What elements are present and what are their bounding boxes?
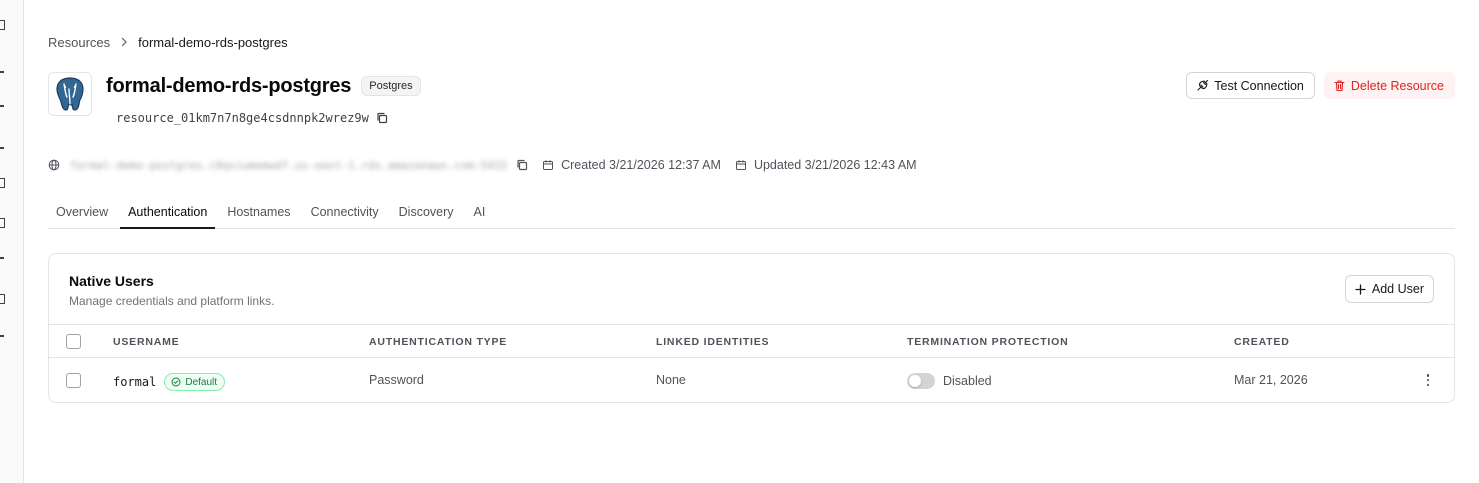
created-cell: Mar 21, 2026 bbox=[1234, 373, 1308, 387]
column-header-termination-protection[interactable]: TERMINATION PROTECTION bbox=[907, 336, 1068, 348]
resource-meta-row: formal-demo-postgres.c9qviumemwdf.us-eas… bbox=[48, 157, 917, 173]
linked-identities-cell: None bbox=[656, 373, 686, 387]
nav-rail-icon[interactable] bbox=[0, 330, 8, 342]
auth-type-cell: Password bbox=[369, 373, 424, 387]
hostname-value: formal-demo-postgres.c9qviumemwdf.us-eas… bbox=[70, 158, 508, 172]
plus-icon bbox=[1354, 283, 1367, 296]
plug-icon bbox=[1196, 79, 1209, 92]
tab-connectivity[interactable]: Connectivity bbox=[303, 196, 387, 229]
test-connection-label: Test Connection bbox=[1214, 78, 1304, 93]
card-title: Native Users bbox=[69, 273, 154, 289]
resource-tabs: Overview Authentication Hostnames Connec… bbox=[48, 196, 1455, 229]
username-value: formal bbox=[113, 375, 157, 389]
termination-protection-cell: Disabled bbox=[907, 373, 992, 389]
breadcrumb-current: formal-demo-rds-postgres bbox=[138, 34, 288, 50]
column-header-created[interactable]: CREATED bbox=[1234, 336, 1290, 348]
add-user-button[interactable]: Add User bbox=[1344, 275, 1434, 303]
row-checkbox[interactable] bbox=[66, 373, 81, 388]
trash-icon bbox=[1333, 79, 1346, 92]
nav-rail-icon[interactable] bbox=[0, 142, 8, 154]
copy-icon[interactable] bbox=[516, 159, 528, 171]
table-row[interactable]: formal Default Password None Disabled Ma… bbox=[49, 358, 1454, 402]
native-users-card: Native Users Manage credentials and plat… bbox=[48, 253, 1455, 403]
postgres-elephant-icon bbox=[48, 72, 92, 116]
tab-discovery[interactable]: Discovery bbox=[391, 196, 462, 229]
updated-text: Updated 3/21/2026 12:43 AM bbox=[753, 158, 917, 172]
created-meta: Created 3/21/2026 12:37 AM bbox=[542, 158, 721, 172]
delete-resource-button[interactable]: Delete Resource bbox=[1323, 72, 1455, 99]
tab-authentication[interactable]: Authentication bbox=[120, 196, 216, 229]
select-all-checkbox[interactable] bbox=[66, 334, 81, 349]
add-user-label: Add User bbox=[1371, 282, 1424, 296]
nav-rail-icon[interactable] bbox=[0, 292, 8, 304]
check-circle-icon bbox=[171, 377, 181, 387]
updated-meta: Updated 3/21/2026 12:43 AM bbox=[735, 158, 917, 172]
copy-icon[interactable] bbox=[376, 112, 388, 124]
nav-rail-icon[interactable] bbox=[0, 176, 8, 188]
column-header-linked-identities[interactable]: LINKED IDENTITIES bbox=[656, 336, 769, 348]
globe-icon bbox=[48, 159, 60, 171]
test-connection-button[interactable]: Test Connection bbox=[1186, 72, 1315, 99]
nav-rail-icon[interactable] bbox=[0, 100, 8, 112]
nav-rail-icon[interactable] bbox=[0, 18, 8, 30]
tab-hostnames[interactable]: Hostnames bbox=[219, 196, 298, 229]
page-title: formal-demo-rds-postgres bbox=[106, 74, 352, 97]
card-subtitle: Manage credentials and platform links. bbox=[69, 294, 275, 308]
nav-rail-icon[interactable] bbox=[0, 252, 8, 264]
column-header-auth-type[interactable]: AUTHENTICATION TYPE bbox=[369, 336, 507, 348]
title-row: formal-demo-rds-postgres Postgres bbox=[106, 74, 421, 98]
breadcrumb: Resources formal-demo-rds-postgres bbox=[48, 34, 288, 50]
resource-id-row: resource_01km7n7n8ge4csdnnpk2wrez9w bbox=[116, 110, 388, 126]
tab-ai[interactable]: AI bbox=[466, 196, 494, 229]
column-header-username[interactable]: USERNAME bbox=[113, 336, 180, 348]
termination-protection-toggle[interactable] bbox=[907, 373, 935, 389]
nav-rail-icon[interactable] bbox=[0, 66, 8, 78]
delete-resource-label: Delete Resource bbox=[1350, 78, 1444, 93]
nav-rail-icon[interactable] bbox=[0, 216, 8, 228]
table-header: USERNAME AUTHENTICATION TYPE LINKED IDEN… bbox=[49, 324, 1454, 358]
resource-id: resource_01km7n7n8ge4csdnnpk2wrez9w bbox=[116, 111, 369, 125]
tab-overview[interactable]: Overview bbox=[48, 196, 116, 229]
engine-badge: Postgres bbox=[361, 76, 421, 96]
chevron-right-icon bbox=[116, 34, 132, 50]
breadcrumb-resources-link[interactable]: Resources bbox=[48, 35, 110, 50]
created-text: Created 3/21/2026 12:37 AM bbox=[561, 158, 721, 172]
header-actions: Test Connection Delete Resource bbox=[1186, 72, 1455, 99]
default-badge: Default bbox=[164, 373, 226, 391]
username-cell: formal Default bbox=[113, 373, 226, 391]
nav-rail bbox=[0, 0, 24, 483]
default-badge-label: Default bbox=[185, 376, 218, 388]
calendar-icon bbox=[735, 159, 747, 171]
calendar-icon bbox=[542, 159, 554, 171]
more-vertical-icon[interactable] bbox=[1426, 374, 1430, 386]
termination-protection-status: Disabled bbox=[943, 374, 992, 388]
